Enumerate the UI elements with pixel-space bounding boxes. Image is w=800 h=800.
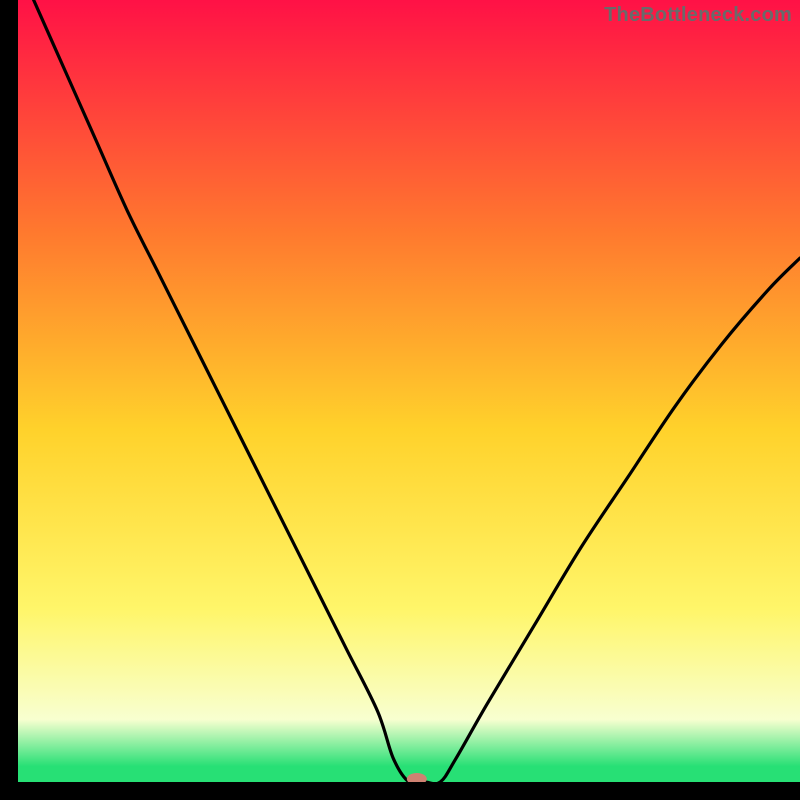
bottleneck-chart <box>0 0 800 800</box>
plot-background <box>18 0 800 782</box>
frame-left <box>0 0 18 800</box>
watermark-text: TheBottleneck.com <box>604 4 792 27</box>
frame-bottom <box>0 782 800 800</box>
chart-stage: TheBottleneck.com <box>0 0 800 800</box>
